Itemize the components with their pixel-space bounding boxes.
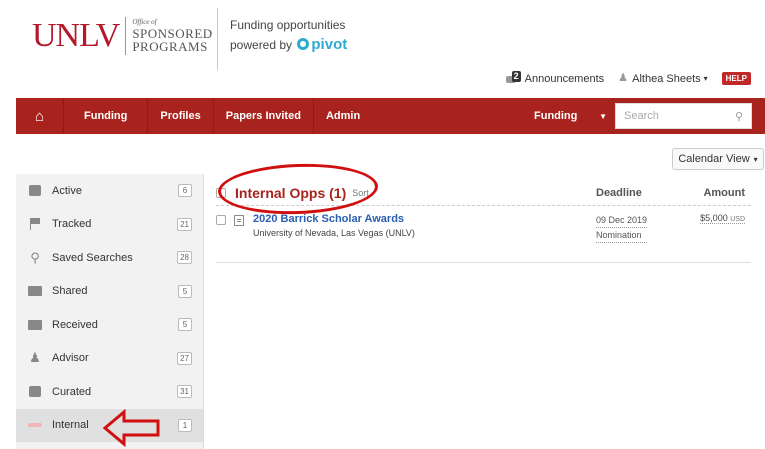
sidebar-item-curated[interactable]: Curated 31 (16, 375, 203, 409)
pivot-logo-icon (297, 38, 310, 50)
sidebar-item-shared[interactable]: Shared 5 (16, 275, 203, 309)
result-amount: $5,000 USD (700, 213, 745, 224)
sidebar-item-label: Received (52, 318, 98, 331)
announcements-link[interactable]: 2 Announcements (505, 70, 605, 85)
user-icon: ♟ (618, 72, 629, 84)
result-checkbox[interactable] (216, 215, 226, 225)
megaphone-icon: 2 (505, 70, 522, 85)
announcements-label: Announcements (524, 72, 605, 85)
result-deadline-type: Nomination (596, 228, 648, 243)
column-header-deadline[interactable]: Deadline (596, 187, 642, 199)
pivot-logo-text: pivot (311, 36, 348, 53)
sort-dropdown[interactable]: Sort ▾ (352, 188, 375, 198)
column-header-amount[interactable]: Amount (703, 187, 745, 199)
chevron-down-icon: ▾ (753, 154, 758, 164)
active-icon (27, 184, 43, 198)
sidebar-item-tracked[interactable]: Tracked 21 (16, 208, 203, 242)
calendar-view-label: Calendar View (678, 153, 750, 165)
result-amount-value: $5,000 (700, 213, 728, 223)
logo-osp-line3: PROGRAMS (132, 39, 208, 54)
sidebar-item-count: 5 (178, 318, 192, 332)
sidebar-item-saved-searches[interactable]: ⚲ Saved Searches 28 (16, 241, 203, 275)
brand-divider (217, 8, 218, 70)
announcements-count: 2 (511, 70, 521, 82)
caret-down-icon: ▼ (599, 111, 607, 121)
brand-line1: Funding opportunities (230, 18, 346, 32)
sidebar-item-label: Shared (52, 285, 88, 298)
nav-profiles[interactable]: Profiles (148, 98, 214, 134)
search-scope-value: Funding (534, 110, 578, 122)
logo-osp-line1: Office of (132, 18, 157, 26)
advisor-icon: ♟ (29, 350, 41, 366)
sidebar-item-label: Tracked (52, 218, 92, 231)
note-icon[interactable] (234, 215, 244, 226)
sidebar-item-count: 6 (178, 184, 192, 198)
logo-unlv-text: UNLV (32, 17, 120, 54)
utility-bar: 2 Announcements ♟ Althea Sheets ▾ HELP (505, 70, 751, 85)
sidebar-item-internal[interactable]: Internal 1 (16, 408, 203, 442)
result-deadline-date: 09 Dec 2019 (596, 213, 648, 228)
sidebar-item-active[interactable]: Active 6 (16, 174, 203, 208)
result-text: 2020 Barrick Scholar Awards University o… (253, 213, 415, 240)
result-amount-currency: USD (730, 216, 745, 223)
chevron-down-icon: ▾ (703, 74, 708, 83)
result-sponsor: University of Nevada, Las Vegas (UNLV) (253, 228, 415, 238)
brand-line2: powered by pivot (230, 35, 347, 55)
sidebar: Active 6 Tracked 21 ⚲ Saved Searches 28 … (16, 174, 204, 449)
search-input[interactable] (624, 110, 724, 122)
search-scope-select[interactable]: Funding ▼ (518, 103, 615, 129)
chevron-down-icon: ▾ (371, 190, 375, 198)
flag-icon (27, 217, 43, 231)
result-row: 2020 Barrick Scholar Awards University o… (216, 206, 751, 243)
sidebar-item-count: 28 (177, 251, 192, 265)
sidebar-item-count: 5 (178, 284, 192, 298)
received-icon (27, 318, 43, 332)
sort-label: Sort (352, 187, 369, 198)
user-menu[interactable]: ♟ Althea Sheets ▾ (618, 73, 708, 85)
home-icon: ⌂ (34, 107, 45, 125)
sidebar-item-advisor[interactable]: ♟ Advisor 27 (16, 342, 203, 376)
results-panel: Internal Opps (1) Sort ▾ Deadline Amount… (216, 180, 751, 263)
sidebar-item-count: 31 (177, 385, 192, 399)
folder-name: Internal Opps (235, 184, 326, 201)
calendar-view-button[interactable]: Calendar View ▾ (672, 148, 764, 170)
folder-title: Internal Opps (1) (235, 185, 346, 201)
sidebar-item-label: Saved Searches (52, 251, 133, 264)
sidebar-item-label: Advisor (52, 352, 89, 365)
home-button[interactable]: ⌂ (16, 98, 64, 134)
logo-osp-text: Office of SPONSORED PROGRAMS (132, 18, 212, 54)
search-box: ⚲ (615, 103, 752, 129)
help-button[interactable]: HELP (721, 72, 751, 85)
results-header: Internal Opps (1) Sort ▾ Deadline Amount (216, 180, 751, 206)
select-all-checkbox[interactable] (216, 187, 226, 198)
curated-icon (27, 385, 43, 399)
pivot-brand: Funding opportunities powered by pivot (230, 16, 347, 55)
unlv-osp-logo[interactable]: UNLV Office of SPONSORED PROGRAMS (32, 14, 213, 58)
result-title-link[interactable]: 2020 Barrick Scholar Awards (253, 213, 415, 225)
nav-admin[interactable]: Admin (314, 98, 372, 134)
result-deadline: 09 Dec 2019 Nomination (596, 213, 648, 243)
user-name: Althea Sheets (632, 72, 701, 85)
search-icon[interactable]: ⚲ (735, 110, 743, 123)
sidebar-item-received[interactable]: Received 5 (16, 308, 203, 342)
brand-powered-by: powered by (230, 38, 293, 52)
shared-icon (27, 284, 43, 298)
main-nav: ⌂ Funding Profiles Papers Invited Admin … (16, 98, 765, 134)
logo-divider (125, 17, 127, 55)
sidebar-item-count: 1 (178, 418, 192, 432)
search-icon: ⚲ (30, 249, 40, 265)
sidebar-item-label: Internal (52, 419, 89, 432)
sidebar-item-label: Curated (52, 385, 92, 398)
sidebar-item-count: 21 (177, 217, 192, 231)
sidebar-item-label: Active (52, 184, 82, 197)
sidebar-item-count: 27 (177, 351, 192, 365)
results-divider (216, 262, 751, 263)
nav-papers-invited[interactable]: Papers Invited (214, 98, 314, 134)
nav-funding[interactable]: Funding (64, 98, 149, 134)
folder-count: (1) (329, 184, 347, 201)
internal-icon (27, 418, 43, 432)
